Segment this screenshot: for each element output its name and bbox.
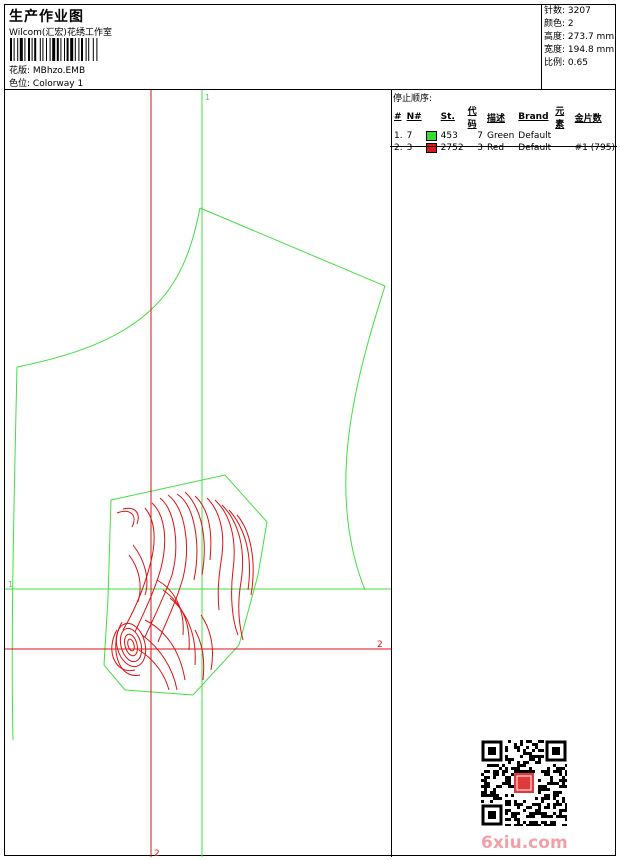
- green-vertical-guide-label: 1: [205, 93, 210, 102]
- col-index: #: [394, 112, 402, 122]
- production-sheet: 生产作业图 Wilcom(汇宏)花绣工作室 花版: MBhzo.EMB 色位: …: [4, 4, 619, 857]
- site-watermark: 6xiu.com: [481, 833, 568, 853]
- stat-stitches: 针数: 3207: [544, 6, 591, 16]
- stat-width: 宽度: 194.8 mm: [544, 45, 615, 55]
- stat-scale: 比例: 0.65: [544, 58, 588, 68]
- red-horizontal-guide-label: 2: [377, 640, 383, 650]
- thread-table-header: # N# St. 代码 描述 Brand 元素 金片数: [392, 104, 617, 130]
- table-row: 1. 7 453 7 Green Default: [394, 130, 552, 141]
- stop-sequence-title: 停止顺序:: [393, 94, 433, 104]
- page-title: 生产作业图: [9, 9, 84, 25]
- red-vertical-guide-label: 2: [154, 849, 160, 857]
- table-row: 2. 3 2752 3 Red Default #1 (795): [394, 142, 615, 153]
- stat-height: 高度: 273.7 mm: [544, 32, 615, 42]
- design-label: 花版:: [9, 66, 31, 76]
- barcode: [10, 38, 98, 61]
- zebra-embroidery: [111, 491, 254, 691]
- colorway-value: Colorway 1: [32, 79, 84, 89]
- stats-box: 针数: 3207 颜色: 2 高度: 273.7 mm 宽度: 194.8 mm…: [542, 5, 619, 70]
- colorway-row: 色位: Colorway 1: [9, 76, 83, 89]
- col-swatch: [424, 104, 439, 130]
- design-value: MBhzo.EMB: [32, 66, 86, 76]
- garment-outline: [11, 207, 386, 741]
- panel-table-separator: [390, 146, 617, 147]
- panel-divider: [391, 90, 392, 857]
- design-row: 花版: MBhzo.EMB: [9, 63, 85, 76]
- design-canvas: 1 1 2 2: [5, 90, 391, 857]
- col-needle: N#: [406, 112, 422, 122]
- stat-colors: 颜色: 2: [544, 19, 574, 29]
- col-sequins: 金片数: [574, 113, 602, 124]
- col-brand: Brand: [518, 112, 549, 122]
- company-name: Wilcom(汇宏)花绣工作室: [9, 28, 112, 38]
- color-swatch-green: [425, 130, 437, 141]
- col-stitches: St.: [440, 112, 455, 122]
- qr-code: [481, 740, 567, 826]
- col-code: 代码: [467, 107, 477, 130]
- color-swatch-red: [425, 142, 437, 153]
- col-element: 元素: [555, 107, 565, 130]
- colorway-label: 色位:: [9, 79, 31, 89]
- col-desc: 描述: [487, 113, 506, 124]
- green-horizontal-guide-label: 1: [8, 580, 13, 589]
